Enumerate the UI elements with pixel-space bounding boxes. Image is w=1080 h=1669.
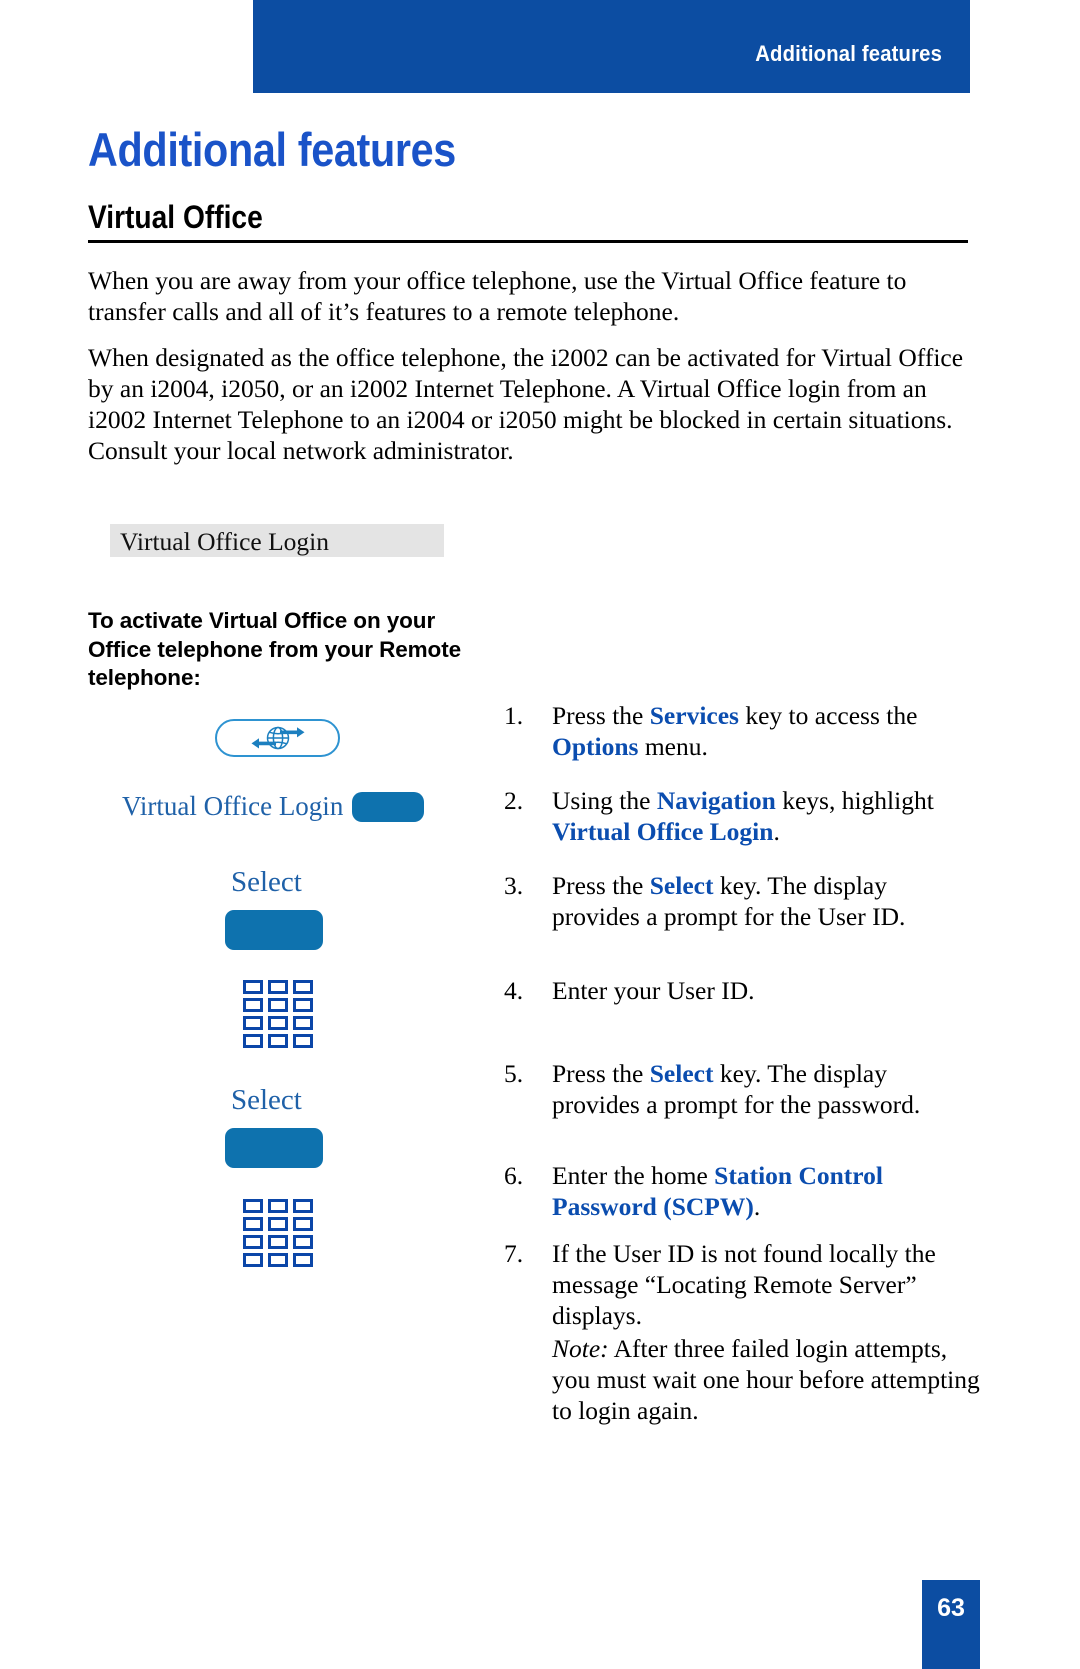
step-keyword: Navigation — [656, 786, 776, 815]
step-keyword: Virtual Office Login — [552, 817, 774, 846]
step-number: 3. — [504, 871, 524, 900]
step-number: 5. — [504, 1059, 524, 1088]
step-text-run: Enter your User ID. — [552, 976, 755, 1005]
step-text: Enter the home Station Control Password … — [552, 1161, 883, 1221]
dialpad-icon-2[interactable] — [240, 1196, 318, 1270]
step-text-run: Using the — [552, 786, 657, 815]
key-illustration-column: Virtual Office Login Select Select — [0, 0, 495, 1669]
step-text: Enter your User ID. — [552, 976, 755, 1005]
step-text: Press the Select key. The display provid… — [552, 1059, 920, 1119]
step-text: If the User ID is not found locally the … — [552, 1239, 936, 1330]
step-text-run: keys, highlight — [775, 786, 934, 815]
step-text-run: key to access the — [738, 701, 918, 730]
step-text-run: Press the — [552, 1059, 650, 1088]
step-keyword: Select — [649, 871, 714, 900]
display-line-label: Virtual Office Login — [122, 791, 344, 821]
step-text-run: Enter the home — [552, 1161, 715, 1190]
note-text: After three failed login attempts, you m… — [552, 1334, 980, 1425]
procedure-step: 5. Press the Select key. The display prov… — [500, 1058, 980, 1120]
step-text-run: If the User ID is not found locally the … — [552, 1239, 936, 1330]
procedure-step: 3. Press the Select key. The display prov… — [500, 870, 980, 932]
procedure-step: 7. If the User ID is not found locally th… — [500, 1238, 980, 1331]
step-text-run: . — [753, 1192, 761, 1221]
step-text: Press the Select key. The display provid… — [552, 871, 905, 931]
select-softkey-button-1[interactable] — [225, 910, 323, 950]
step-text: Press the Services key to access the Opt… — [552, 701, 917, 761]
procedure-note: Note: After three failed login attempts,… — [500, 1333, 980, 1426]
note-label: Note: — [552, 1334, 609, 1363]
step-number: 6. — [504, 1161, 524, 1190]
step-text-run: menu. — [638, 732, 708, 761]
procedure-step: 4. Enter your User ID. — [500, 975, 980, 1006]
procedure-steps-list: 1. Press the Services key to access the O… — [500, 700, 980, 1426]
step-keyword: Services — [649, 701, 739, 730]
dialpad-icon-1[interactable] — [240, 977, 318, 1051]
step-text-run: Press the — [552, 871, 650, 900]
step-number: 1. — [504, 701, 524, 730]
procedure-step: 1. Press the Services key to access the O… — [500, 700, 980, 762]
page-number-box: 63 — [922, 1580, 980, 1669]
step-number: 7. — [504, 1239, 524, 1268]
select-softkey-label-2: Select — [231, 1084, 302, 1116]
select-softkey-button-2[interactable] — [225, 1128, 323, 1168]
step-number: 4. — [504, 976, 524, 1005]
step-keyword: Options — [552, 732, 639, 761]
step-text: Using the Navigation keys, highlight Vir… — [552, 786, 934, 846]
step-text-run: . — [773, 817, 780, 846]
manual-page: Additional features Additional features … — [0, 0, 1080, 1669]
line-key-button[interactable] — [352, 792, 424, 822]
page-number: 63 — [937, 1594, 965, 1622]
step-text-run: Press the — [552, 701, 650, 730]
step-keyword: Select — [649, 1059, 714, 1088]
procedure-step: 2. Using the Navigation keys, highlight V… — [500, 785, 980, 847]
step-number: 2. — [504, 786, 524, 815]
procedure-step: 6. Enter the home Station Control Passwor… — [500, 1160, 980, 1222]
select-softkey-label-1: Select — [231, 866, 302, 898]
services-key-button[interactable] — [215, 719, 340, 757]
running-header-text: Additional features — [755, 41, 942, 66]
